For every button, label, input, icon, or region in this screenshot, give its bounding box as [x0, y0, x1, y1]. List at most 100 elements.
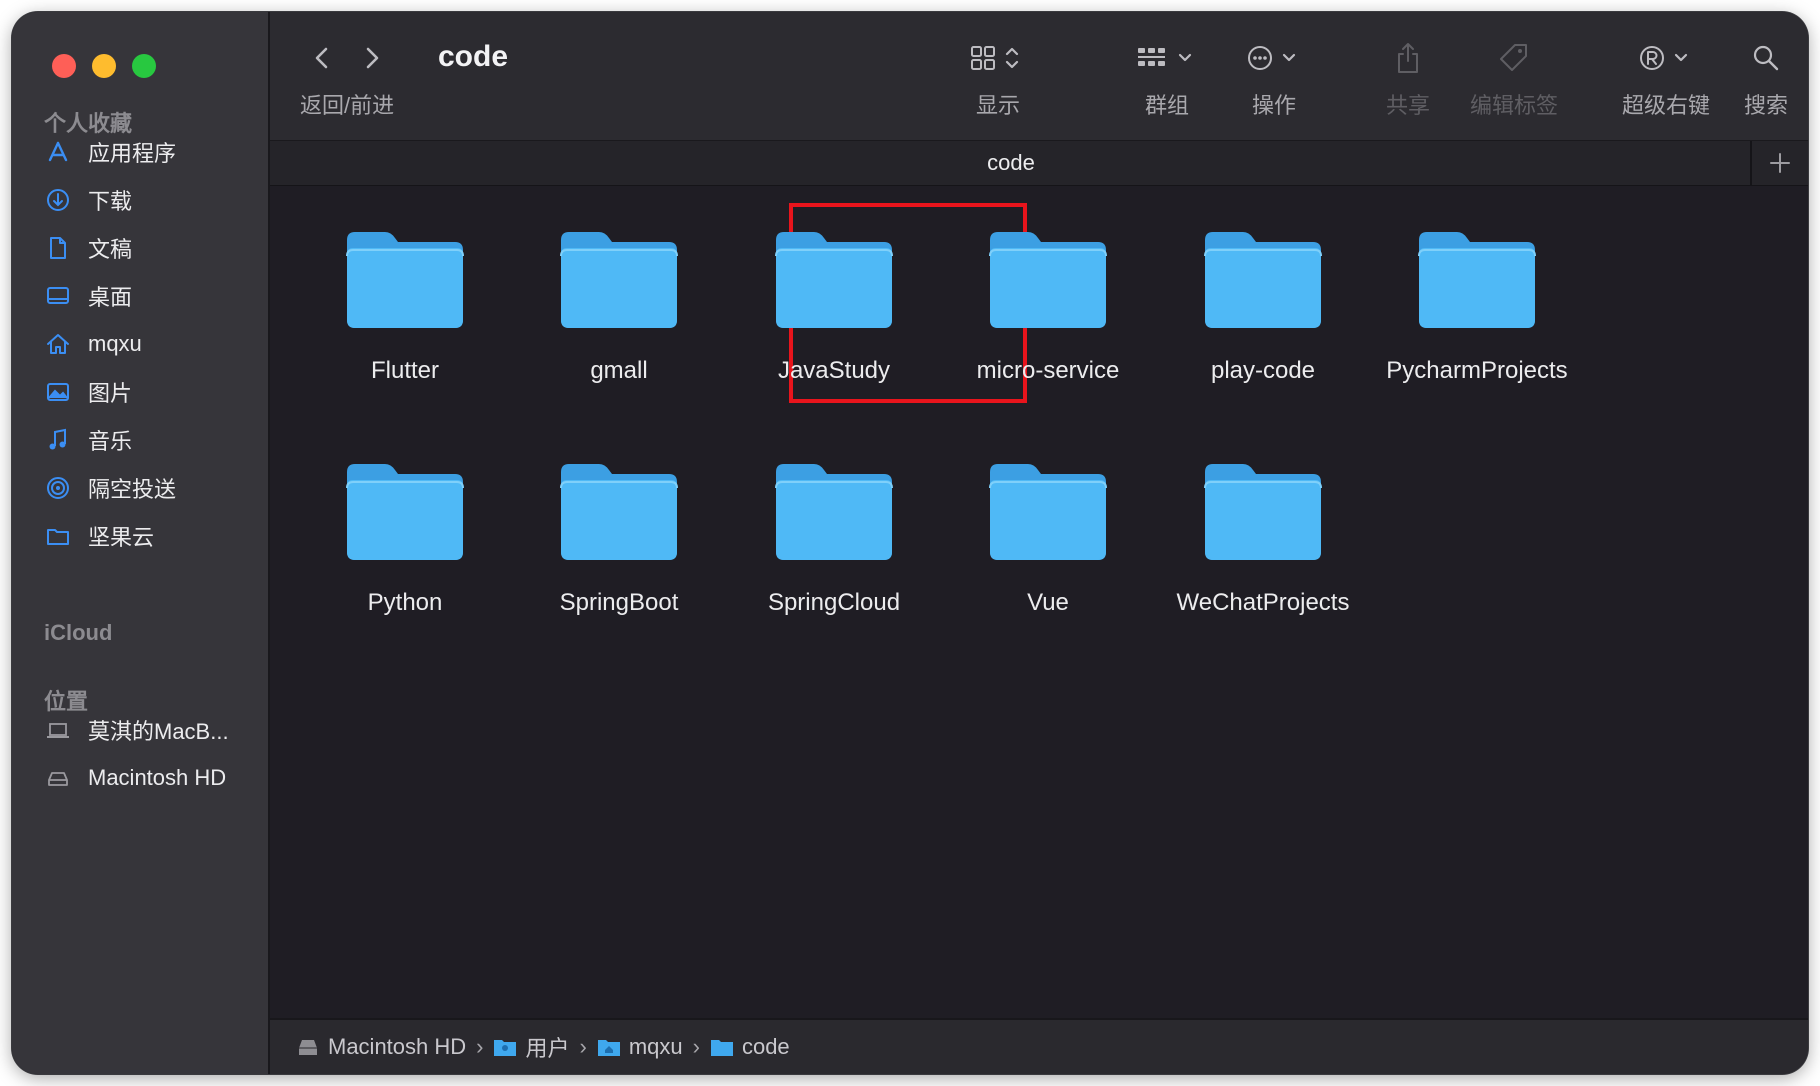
tab-code[interactable]: code — [270, 141, 1752, 185]
chevron-right-icon: › — [579, 1034, 587, 1059]
folder-icon — [986, 458, 1110, 567]
back-chevron-icon[interactable] — [311, 44, 333, 72]
sidebar-item-macintosh-hd[interactable]: Macintosh HD — [44, 758, 254, 798]
sidebar-item-label: 桌面 — [88, 285, 133, 310]
sidebar-item-label: 隔空投送 — [88, 477, 177, 502]
folder-item-python[interactable]: Python — [290, 458, 520, 617]
sidebar-item-label: mqxu — [88, 331, 142, 356]
folder-grid: Flutter gmall JavaStudy micro-service play-c… — [270, 186, 1808, 1020]
action-button[interactable]: 操作 — [1246, 38, 1302, 120]
path-item-label: mqxu — [628, 1034, 683, 1059]
sidebar-item-label: 应用程序 — [88, 141, 177, 166]
folder-name: WeChatProjects — [1176, 589, 1350, 616]
forward-chevron-icon[interactable] — [361, 44, 383, 72]
sidebar-item-label: Macintosh HD — [88, 765, 227, 790]
sidebar-item-label: 下载 — [88, 189, 133, 214]
pictures-icon — [44, 378, 72, 406]
folder-name: Python — [367, 589, 443, 616]
minimize-window-button[interactable] — [92, 54, 116, 78]
plus-icon[interactable] — [1750, 141, 1808, 185]
sidebar-item-jianguoyun[interactable]: 坚果云 — [44, 516, 254, 556]
folder-icon — [557, 458, 681, 567]
home-folder-icon — [597, 1036, 621, 1058]
folder-item-vue[interactable]: Vue — [933, 458, 1163, 617]
zoom-window-button[interactable] — [132, 54, 156, 78]
folder-icon — [710, 1036, 734, 1058]
action-label: 操作 — [1251, 93, 1296, 118]
folder-item-flutter[interactable]: Flutter — [290, 226, 520, 385]
folder-icon — [44, 522, 72, 550]
folder-name: gmall — [590, 357, 648, 384]
close-window-button[interactable] — [52, 54, 76, 78]
sidebar-item-pictures[interactable]: 图片 — [44, 372, 254, 412]
path-item-users[interactable]: 用户 — [493, 1031, 570, 1063]
laptop-icon — [44, 716, 72, 744]
path-item-code[interactable]: code — [710, 1034, 790, 1060]
folder-icon — [1201, 226, 1325, 335]
chevron-right-icon: › — [692, 1034, 700, 1059]
folder-item-javastudy[interactable]: JavaStudy — [719, 226, 949, 385]
sidebar-item-downloads[interactable]: 下载 — [44, 180, 254, 220]
group-label: 群组 — [1144, 93, 1189, 118]
sidebar-item-music[interactable]: 音乐 — [44, 420, 254, 460]
sidebar-item-label: 音乐 — [88, 429, 133, 454]
path-item-mqxu[interactable]: mqxu — [597, 1034, 683, 1060]
back-forward-control: 返回/前进 — [300, 38, 394, 120]
folder-icon — [343, 226, 467, 335]
traffic-lights — [52, 54, 156, 78]
home-icon — [44, 330, 72, 358]
sidebar-item-macbook[interactable]: 莫淇的MacB... — [44, 710, 254, 750]
folder-icon — [772, 458, 896, 567]
disk-icon — [296, 1036, 320, 1058]
users-folder-icon — [493, 1036, 517, 1058]
search-label: 搜索 — [1744, 93, 1789, 118]
super-right-click-label: 超级右键 — [1622, 93, 1711, 118]
folder-item-springboot[interactable]: SpringBoot — [504, 458, 734, 617]
downloads-icon — [44, 186, 72, 214]
folder-name: Vue — [1027, 589, 1069, 616]
sidebar: 个人收藏 应用程序 下载 文稿 桌面 mqxu 图片 音乐 隔空投送 坚果云 i… — [12, 12, 270, 1074]
folder-item-springcloud[interactable]: SpringCloud — [719, 458, 949, 617]
sidebar-item-applications[interactable]: 应用程序 — [44, 132, 254, 172]
view-button[interactable]: 显示 — [970, 38, 1026, 120]
tab-bar: code — [270, 140, 1808, 187]
edit-tags-button[interactable]: 编辑标签 — [1470, 38, 1558, 120]
folder-item-pycharmprojects[interactable]: PycharmProjects — [1362, 226, 1592, 385]
folder-icon — [1201, 458, 1325, 567]
folder-name: JavaStudy — [777, 357, 891, 384]
sidebar-item-label: 莫淇的MacB... — [88, 719, 229, 744]
path-item-label: code — [741, 1034, 790, 1059]
ellipsis-circle-icon — [1246, 38, 1302, 78]
folder-name: SpringBoot — [559, 589, 679, 616]
sidebar-item-label: 文稿 — [88, 237, 133, 262]
view-label: 显示 — [975, 93, 1020, 118]
sidebar-item-home[interactable]: mqxu — [44, 324, 254, 364]
share-icon — [1393, 38, 1423, 78]
folder-icon — [557, 226, 681, 335]
folder-item-play-code[interactable]: play-code — [1148, 226, 1378, 385]
path-item-macintosh-hd[interactable]: Macintosh HD — [296, 1034, 466, 1060]
search-icon — [1751, 38, 1781, 78]
group-icon — [1136, 38, 1198, 78]
path-item-label: 用户 — [525, 1036, 570, 1061]
edit-tags-label: 编辑标签 — [1470, 93, 1559, 118]
toolbar: 返回/前进 code 显示 群组 操作 共享 编辑标签 超级右键 搜索 — [270, 12, 1808, 140]
search-button[interactable]: 搜索 — [1744, 38, 1788, 120]
sidebar-item-desktop[interactable]: 桌面 — [44, 276, 254, 316]
share-button[interactable]: 共享 — [1386, 38, 1430, 120]
documents-icon — [44, 234, 72, 262]
airdrop-icon — [44, 474, 72, 502]
group-button[interactable]: 群组 — [1136, 38, 1198, 120]
grid-view-icon — [970, 38, 1026, 78]
chevron-right-icon: › — [476, 1034, 484, 1059]
sidebar-item-airdrop[interactable]: 隔空投送 — [44, 468, 254, 508]
super-right-click-button[interactable]: 超级右键 — [1622, 38, 1710, 120]
share-label: 共享 — [1386, 93, 1431, 118]
window-title: code — [438, 40, 509, 73]
sidebar-item-documents[interactable]: 文稿 — [44, 228, 254, 268]
folder-item-micro-service[interactable]: micro-service — [933, 226, 1163, 385]
folder-icon — [986, 226, 1110, 335]
folder-item-wechatprojects[interactable]: WeChatProjects — [1148, 458, 1378, 617]
folder-item-gmall[interactable]: gmall — [504, 226, 734, 385]
folder-name: micro-service — [976, 357, 1120, 384]
